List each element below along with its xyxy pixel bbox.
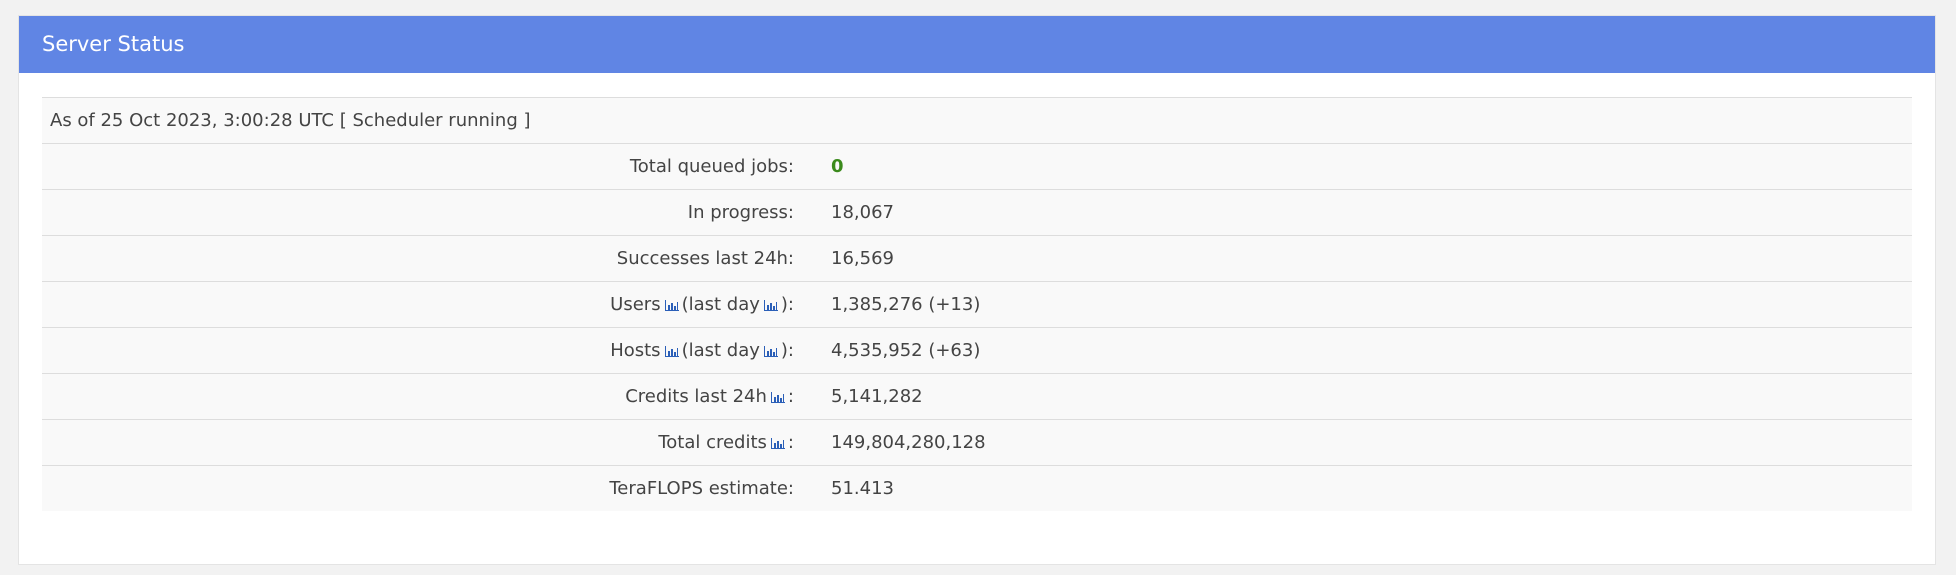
bar-chart-icon[interactable]: [763, 346, 778, 357]
users-last-day-text: (last day: [681, 294, 760, 315]
table-row: Hosts (last day): 4,535,952 (+63): [42, 327, 1912, 374]
panel-title: Server Status: [19, 16, 1935, 73]
table-row: Total queued jobs: 0: [42, 143, 1912, 190]
total-credits-label-text: Total credits: [658, 432, 767, 453]
bar-chart-icon[interactable]: [664, 300, 679, 311]
successes-label: Successes last 24h:: [42, 235, 831, 282]
credits-24h-label: Credits last 24h:: [42, 373, 831, 420]
bar-chart-icon[interactable]: [763, 300, 778, 311]
hosts-value: 4,535,952 (+63): [831, 327, 1912, 374]
hosts-label-close: ):: [780, 340, 794, 361]
bar-chart-icon[interactable]: [770, 438, 785, 449]
timestamp-row: As of 25 Oct 2023, 3:00:28 UTC [ Schedul…: [42, 97, 1912, 144]
successes-value: 16,569: [831, 235, 1912, 282]
bar-chart-icon[interactable]: [770, 392, 785, 403]
in-progress-value: 18,067: [831, 189, 1912, 236]
server-status-panel: Server Status As of 25 Oct 2023, 3:00:28…: [18, 15, 1936, 565]
users-label: Users (last day):: [42, 281, 831, 328]
total-credits-label: Total credits:: [42, 419, 831, 466]
credits-24h-label-colon: :: [787, 386, 794, 407]
table-row: In progress: 18,067: [42, 189, 1912, 236]
status-table: As of 25 Oct 2023, 3:00:28 UTC [ Schedul…: [42, 97, 1912, 511]
table-row: Users (last day): 1,385,276 (+13): [42, 281, 1912, 328]
teraflops-value: 51.413: [831, 465, 1912, 511]
table-row: Successes last 24h: 16,569: [42, 235, 1912, 282]
table-row: Total credits: 149,804,280,128: [42, 419, 1912, 466]
credits-24h-label-text: Credits last 24h: [625, 386, 767, 407]
total-credits-label-colon: :: [787, 432, 794, 453]
users-label-text: Users: [610, 294, 661, 315]
hosts-last-day-text: (last day: [681, 340, 760, 361]
bar-chart-icon[interactable]: [664, 346, 679, 357]
teraflops-label: TeraFLOPS estimate:: [42, 465, 831, 511]
in-progress-label: In progress:: [42, 189, 831, 236]
total-credits-value: 149,804,280,128: [831, 419, 1912, 466]
total-queued-value: 0: [831, 143, 1912, 190]
hosts-label-text: Hosts: [610, 340, 661, 361]
table-row: TeraFLOPS estimate: 51.413: [42, 465, 1912, 511]
credits-24h-value: 5,141,282: [831, 373, 1912, 420]
total-queued-label: Total queued jobs:: [42, 143, 831, 190]
status-timestamp: As of 25 Oct 2023, 3:00:28 UTC [ Schedul…: [42, 97, 1912, 144]
users-value: 1,385,276 (+13): [831, 281, 1912, 328]
table-row: Credits last 24h: 5,141,282: [42, 373, 1912, 420]
users-label-close: ):: [780, 294, 794, 315]
hosts-label: Hosts (last day):: [42, 327, 831, 374]
total-queued-number: 0: [831, 156, 844, 177]
